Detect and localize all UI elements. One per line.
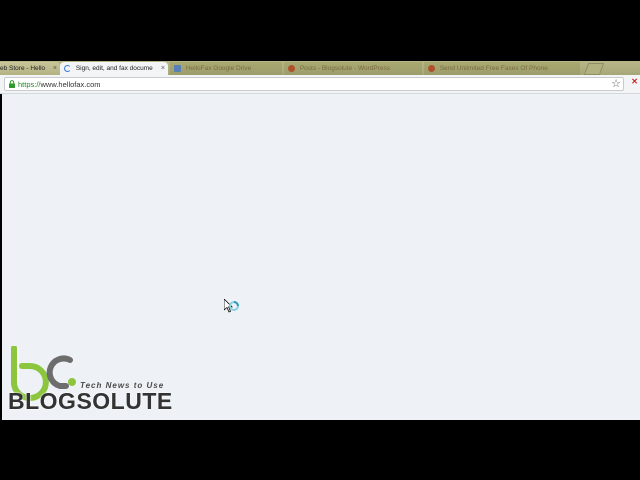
tab-label: Sign, edit, and fax docume [75,65,153,72]
new-tab-button[interactable] [583,63,605,75]
tab-web-store[interactable]: eb Store - Hello × [0,62,60,75]
window-edge [0,94,2,420]
url-host: www.hellofax.com [40,80,101,89]
browser-window: eb Store - Hello × Sign, edit, and fax d… [0,61,640,420]
tab-label: eb Store - Hello [0,65,46,72]
tab-label: Posts - Blogsolute - WordPress [299,65,391,72]
tab-free-faxes[interactable]: Send Unlimited Free Faxes Of Phone [424,62,580,75]
tab-hellofax-drive[interactable]: HelloFax Google Drive [170,62,282,75]
watermark-brand: BLOGSOLUTE [8,388,173,414]
address-bar[interactable]: https://www.hellofax.com ☆ [4,77,624,91]
drive-icon [174,64,181,72]
tab-hellofax[interactable]: Sign, edit, and fax docume × [60,62,168,75]
close-icon[interactable]: × [161,62,165,75]
blogsolute-favicon-icon [428,64,435,72]
busy-cursor-icon [224,299,239,313]
url-text: https://www.hellofax.com [18,78,101,91]
tab-strip: eb Store - Hello × Sign, edit, and fax d… [0,61,640,75]
extension-icon[interactable]: ✕ [631,77,638,86]
loading-spinner-icon [64,64,71,72]
url-scheme: https:// [18,80,41,89]
tab-wordpress-posts[interactable]: Posts - Blogsolute - WordPress [284,62,422,75]
tab-label: Send Unlimited Free Faxes Of Phone [439,65,548,72]
close-icon[interactable]: × [53,62,57,75]
lock-icon [9,80,15,88]
blogsolute-favicon-icon [288,64,295,72]
toolbar: https://www.hellofax.com ☆ ✕ [0,75,640,94]
bookmark-star-icon[interactable]: ☆ [611,78,621,91]
tab-label: HelloFax Google Drive [185,65,252,72]
